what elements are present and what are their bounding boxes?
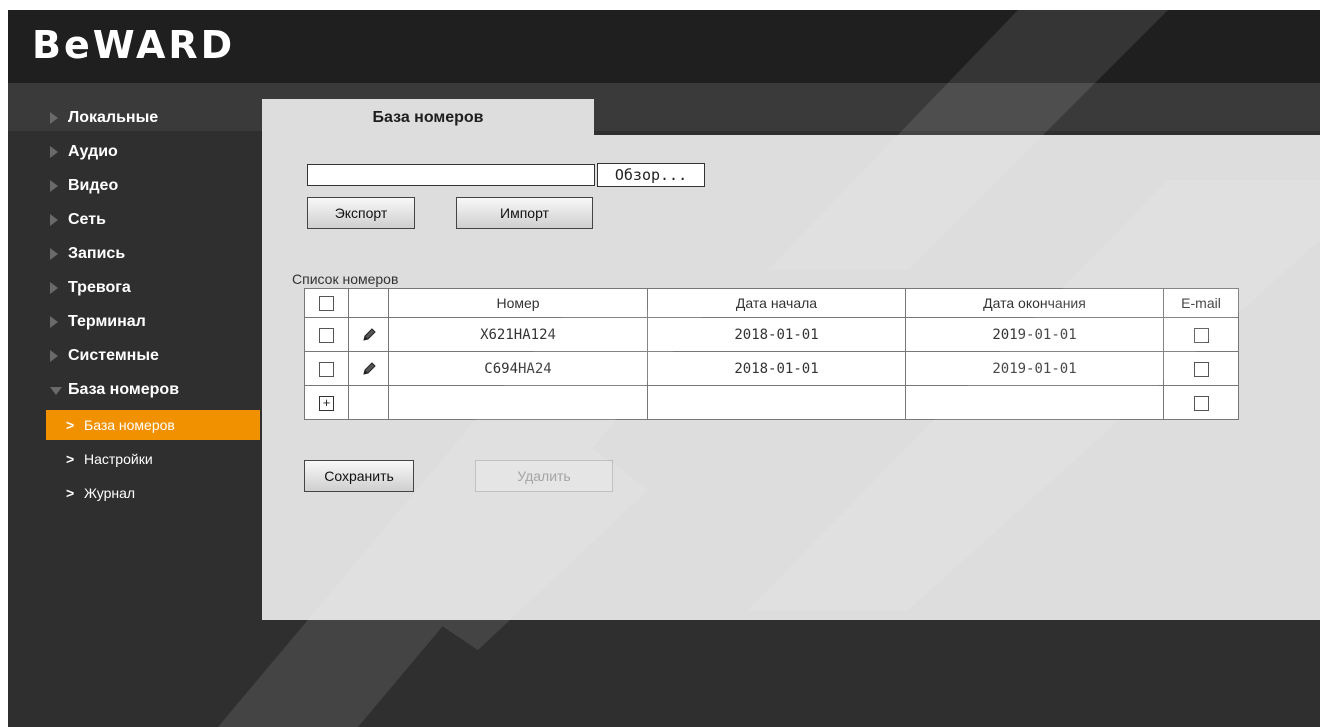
email-checkbox[interactable] [1193, 361, 1209, 377]
header-start-date: Дата начала [647, 288, 906, 318]
cell-start-date: 2018-01-01 [647, 351, 906, 386]
table-row: X621HA124 2018-01-01 2019-01-01 [304, 317, 1239, 352]
sidebar-subitem-log[interactable]: > Журнал [8, 478, 262, 512]
select-all-cell [304, 288, 349, 318]
sidebar-item-audio[interactable]: Аудио [8, 140, 262, 174]
sidebar-item-label: Терминал [68, 313, 146, 330]
triangle-right-icon [50, 248, 58, 260]
triangle-down-icon [50, 387, 62, 395]
file-path-input[interactable] [307, 164, 595, 186]
triangle-right-icon [50, 316, 58, 328]
edit-header-cell [348, 288, 389, 318]
edit-cell [348, 317, 389, 352]
sidebar-subitem-settings[interactable]: > Настройки [8, 444, 262, 478]
select-all-checkbox[interactable] [319, 296, 334, 312]
sidebar-item-label: Аудио [68, 143, 118, 160]
sidebar-subitem-label: Настройки [84, 451, 153, 467]
save-button[interactable]: Сохранить [304, 460, 414, 492]
browse-button[interactable]: Обзор... [597, 163, 705, 187]
app-window: BeWARD Локальные Аудио Видео Сеть Запись… [8, 10, 1320, 727]
chevron-right-icon: > [66, 417, 75, 433]
sidebar-item-label: Локальные [68, 109, 159, 126]
sidebar-item-terminal[interactable]: Терминал [8, 310, 262, 344]
empty-cell [348, 385, 389, 420]
triangle-right-icon [50, 214, 58, 226]
header-email: E-mail [1163, 288, 1239, 318]
triangle-right-icon [50, 282, 58, 294]
empty-cell [905, 385, 1164, 420]
sidebar-item-label: Запись [68, 245, 126, 262]
sidebar-item-label: Тревога [68, 279, 131, 296]
email-cell [1163, 317, 1239, 352]
cell-number: X621HA124 [388, 317, 648, 352]
table-header-row: Номер Дата начала Дата окончания E-mail [304, 288, 1239, 318]
sidebar-subitem-label: База номеров [84, 417, 175, 433]
row-select-cell [304, 317, 349, 352]
chevron-right-icon: > [66, 485, 75, 501]
email-checkbox[interactable] [1193, 395, 1209, 411]
sidebar-item-video[interactable]: Видео [8, 174, 262, 208]
list-label: Список номеров [292, 271, 399, 287]
email-cell [1163, 385, 1239, 420]
sidebar-item-plates-db[interactable]: База номеров [8, 378, 262, 410]
empty-cell [388, 385, 648, 420]
sidebar-subitem-plates-db[interactable]: > База номеров [46, 410, 260, 440]
beward-logo: BeWARD [32, 23, 236, 67]
header-number: Номер [388, 288, 648, 318]
triangle-right-icon [50, 146, 58, 158]
header-end-date: Дата окончания [905, 288, 1164, 318]
row-select-cell [304, 351, 349, 386]
email-cell [1163, 351, 1239, 386]
pencil-icon[interactable] [359, 359, 379, 379]
main-panel: Обзор... Экспорт Импорт Список номеров Н… [262, 135, 1320, 620]
triangle-right-icon [50, 180, 58, 192]
cell-end-date: 2019-01-01 [905, 351, 1164, 386]
cell-start-date: 2018-01-01 [647, 317, 906, 352]
sidebar-item-label: Системные [68, 347, 159, 364]
tab-plates-db[interactable]: База номеров [262, 99, 594, 135]
delete-button[interactable]: Удалить [475, 460, 613, 492]
sidebar-item-label: Видео [68, 177, 119, 194]
cell-number: C694HA24 [388, 351, 648, 386]
triangle-right-icon [50, 350, 58, 362]
plates-table: Номер Дата начала Дата окончания E-mail … [304, 288, 1239, 420]
sidebar-item-system[interactable]: Системные [8, 344, 262, 378]
table-add-row: + [304, 385, 1239, 420]
triangle-right-icon [50, 112, 58, 124]
export-button[interactable]: Экспорт [307, 197, 415, 229]
row-checkbox[interactable] [319, 327, 334, 343]
import-button[interactable]: Импорт [456, 197, 593, 229]
pencil-icon[interactable] [359, 325, 379, 345]
chevron-right-icon: > [66, 451, 75, 467]
header-bar: BeWARD [8, 10, 1320, 83]
sidebar-item-local[interactable]: Локальные [8, 106, 262, 140]
sidebar-subitem-label: Журнал [84, 485, 136, 501]
sidebar-item-alarm[interactable]: Тревога [8, 276, 262, 310]
cell-end-date: 2019-01-01 [905, 317, 1164, 352]
sidebar-item-label: База номеров [68, 381, 180, 398]
add-cell: + [304, 385, 349, 420]
email-checkbox[interactable] [1193, 327, 1209, 343]
sidebar-item-label: Сеть [68, 211, 106, 228]
sidebar: Локальные Аудио Видео Сеть Запись Тревог… [8, 106, 262, 512]
table-row: C694HA24 2018-01-01 2019-01-01 [304, 351, 1239, 386]
sidebar-item-network[interactable]: Сеть [8, 208, 262, 242]
plus-icon[interactable]: + [319, 395, 334, 411]
row-checkbox[interactable] [319, 361, 334, 377]
sidebar-item-record[interactable]: Запись [8, 242, 262, 276]
empty-cell [647, 385, 906, 420]
edit-cell [348, 351, 389, 386]
